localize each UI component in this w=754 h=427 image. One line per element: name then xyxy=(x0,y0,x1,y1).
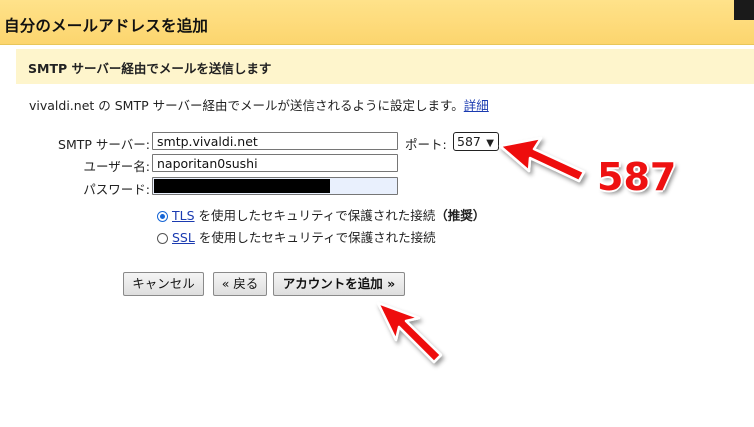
arrow-to-add-button-icon xyxy=(376,301,443,364)
annotation-arrows xyxy=(376,136,586,364)
annotation-port-number: 587 xyxy=(597,155,677,199)
arrow-to-port-icon xyxy=(498,136,586,183)
